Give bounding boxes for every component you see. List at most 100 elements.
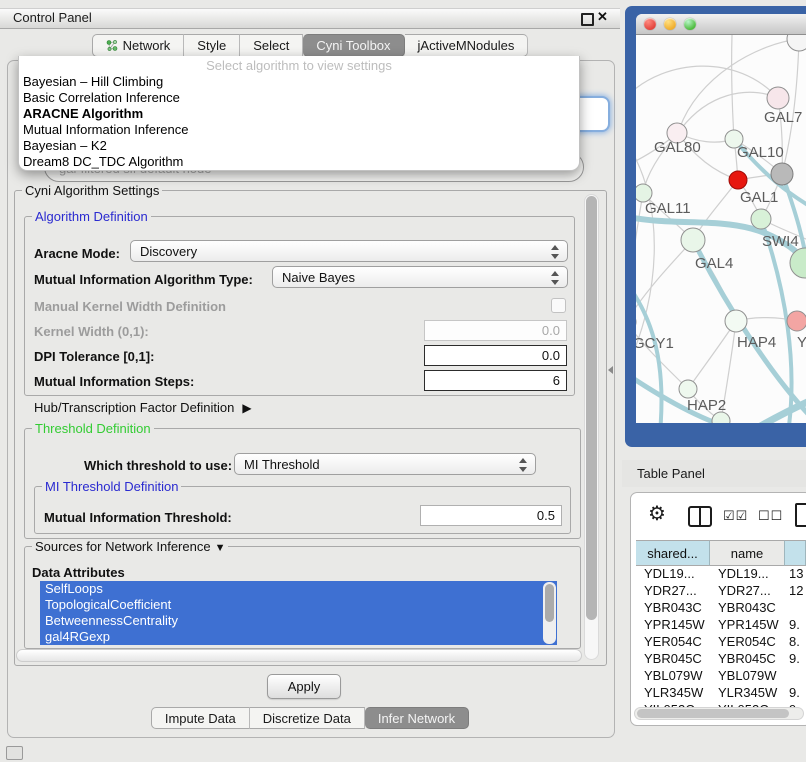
network-node-GAL4[interactable] [681, 228, 705, 252]
cell-name: YBR045C [710, 651, 785, 668]
table-row[interactable]: YPR145WYPR145W9. [636, 617, 806, 634]
table-row[interactable]: YER054CYER054C8. [636, 634, 806, 651]
combo-arrows-icon [551, 271, 559, 285]
column-header-shared-name[interactable]: shared... [636, 540, 710, 566]
network-node-red-node[interactable] [729, 171, 747, 189]
network-node-GAL1[interactable] [751, 209, 771, 229]
sources-title-text: Sources for Network Inference [35, 539, 211, 554]
algorithm-option-basic-correlation-inference[interactable]: Basic Correlation Inference [19, 90, 579, 106]
tab-jactivemnodules[interactable]: jActiveMNodules [405, 34, 529, 57]
network-edge [688, 321, 736, 389]
tab-network[interactable]: Network [92, 34, 185, 57]
network-view-window[interactable]: GAL7GAL80GAL10GAL11GAL1GAL4SWI4GCY1HAP4Y… [636, 14, 806, 423]
which-threshold-combo[interactable]: MI Threshold [234, 453, 536, 475]
minimized-panel-icon[interactable] [6, 746, 23, 760]
mi-threshold-label: Mutual Information Threshold: [44, 510, 232, 525]
settings-horizontal-scrollbar[interactable] [16, 649, 582, 662]
cell-shared-name: YDR27... [636, 583, 710, 600]
cell-extra: 9. [785, 685, 806, 702]
table-function-icon[interactable] [795, 503, 806, 527]
tab-infer-network[interactable]: Infer Network [365, 707, 469, 729]
which-threshold-value: MI Threshold [244, 457, 320, 472]
cell-name: YPR145W [710, 617, 785, 634]
node-label-GAL10: GAL10 [737, 144, 784, 161]
control-panel-titlebar [0, 8, 620, 29]
cyni-bottom-tabs: Impute DataDiscretize DataInfer Network [0, 707, 620, 729]
sources-group-title[interactable]: Sources for Network Inference ▼ [32, 539, 228, 554]
tab-select[interactable]: Select [240, 34, 303, 57]
table-row[interactable]: YDL19...YDL19...13 [636, 566, 806, 583]
attribute-item-topologicalcoefficient[interactable]: TopologicalCoefficient [40, 597, 557, 613]
table-row[interactable]: YDR27...YDR27...12 [636, 583, 806, 600]
table-row[interactable]: YBL079WYBL079W [636, 668, 806, 685]
mi-steps-field[interactable]: 6 [424, 370, 567, 391]
tab-impute-data[interactable]: Impute Data [151, 707, 250, 729]
cell-name: YER054C [710, 634, 785, 651]
data-attributes-label: Data Attributes [32, 565, 125, 580]
algorithm-option-mutual-information-inference[interactable]: Mutual Information Inference [19, 122, 579, 138]
mi-type-combo[interactable]: Naive Bayes [272, 266, 568, 288]
aracne-mode-combo[interactable]: Discovery [130, 240, 568, 262]
mi-threshold-field[interactable]: 0.5 [420, 505, 562, 526]
algorithm-popup-options: Bayesian – Hill ClimbingBasic Correlatio… [19, 74, 579, 170]
apply-button[interactable]: Apply [267, 674, 341, 699]
table-row[interactable]: YLR345WYLR345W9. [636, 685, 806, 702]
tab-label: Style [197, 38, 226, 53]
aracne-mode-value: Discovery [140, 244, 197, 259]
dpi-tolerance-field[interactable]: 0.0 [424, 345, 567, 366]
attribute-item-gal4rgexp[interactable]: gal4RGexp [40, 629, 557, 645]
hub-definition-row[interactable]: Hub/Transcription Factor Definition▶ [34, 400, 252, 415]
control-panel-tabs: Network Style Select Cyni ToolboxjActiveMNo… [0, 34, 620, 57]
table-row[interactable]: YBR045CYBR045C9. [636, 651, 806, 668]
float-window-icon[interactable] [581, 13, 594, 26]
attribute-item-selfloops[interactable]: SelfLoops [40, 581, 557, 597]
clear-all-checkboxes-icon[interactable]: ☐☐ [758, 508, 783, 524]
collapse-arrow-icon[interactable]: ▼ [215, 542, 226, 554]
node-label-SWI4: SWI4 [762, 233, 799, 250]
tab-cyni-toolbox[interactable]: Cyni Toolbox [303, 34, 404, 57]
close-icon[interactable]: ✕ [597, 9, 608, 25]
node-label-GAL7: GAL7 [764, 109, 802, 126]
network-window-titlebar[interactable] [636, 14, 806, 35]
cell-shared-name: YBR043C [636, 600, 710, 617]
expand-arrow-icon[interactable]: ▶ [242, 401, 251, 415]
cell-shared-name: YDL19... [636, 566, 710, 583]
column-header-name[interactable]: name [710, 540, 785, 566]
algorithm-option-bayesian-hill-climbing[interactable]: Bayesian – Hill Climbing [19, 74, 579, 90]
algorithm-option-dream8-dc-tdc-algorithm[interactable]: Dream8 DC_TDC Algorithm [19, 154, 579, 170]
cell-shared-name: YPR145W [636, 617, 710, 634]
tab-style[interactable]: Style [184, 34, 240, 57]
algorithm-option-bayesian-k2[interactable]: Bayesian – K2 [19, 138, 579, 154]
minimize-traffic-light-icon[interactable] [664, 18, 676, 30]
splitter-collapse-icon[interactable] [608, 366, 613, 374]
zoom-traffic-light-icon[interactable] [684, 18, 696, 30]
node-label-GAL11: GAL11 [645, 200, 691, 217]
network-node-HAP2[interactable] [679, 380, 697, 398]
column-header-partial[interactable] [785, 540, 806, 566]
which-threshold-label: Which threshold to use: [84, 458, 232, 473]
algorithm-option-aracne-algorithm[interactable]: ARACNE Algorithm [19, 106, 579, 122]
close-traffic-light-icon[interactable] [644, 18, 656, 30]
network-node-gray-node[interactable] [771, 163, 793, 185]
table-row[interactable]: YBR043CYBR043C [636, 600, 806, 617]
cyni-settings-title: Cyni Algorithm Settings [22, 183, 162, 198]
attributes-scrollbar-thumb[interactable] [545, 584, 554, 622]
column-chooser-icon[interactable] [688, 506, 712, 527]
tab-discretize-data[interactable]: Discretize Data [250, 707, 365, 729]
table-scrollbar-thumb[interactable] [637, 709, 789, 718]
tab-label: Network [123, 38, 171, 53]
network-node-Y-pink[interactable] [787, 311, 806, 331]
network-canvas[interactable]: GAL7GAL80GAL10GAL11GAL1GAL4SWI4GCY1HAP4Y… [636, 35, 806, 423]
network-node-GAL7[interactable] [767, 87, 789, 109]
settings-scrollbar-thumb[interactable] [586, 196, 597, 620]
cell-name: YDR27... [710, 583, 785, 600]
select-all-checkboxes-icon[interactable]: ☑☑ [723, 508, 748, 524]
gear-icon[interactable]: ⚙ [648, 501, 666, 526]
tab-label: Select [253, 38, 289, 53]
attribute-item-betweennesscentrality[interactable]: BetweennessCentrality [40, 613, 557, 629]
cell-extra: 9. [785, 651, 806, 668]
network-node-HAP4[interactable] [725, 310, 747, 332]
cell-shared-name: YBL079W [636, 668, 710, 685]
cell-extra [785, 668, 806, 685]
network-node-top-partial[interactable] [787, 35, 806, 51]
